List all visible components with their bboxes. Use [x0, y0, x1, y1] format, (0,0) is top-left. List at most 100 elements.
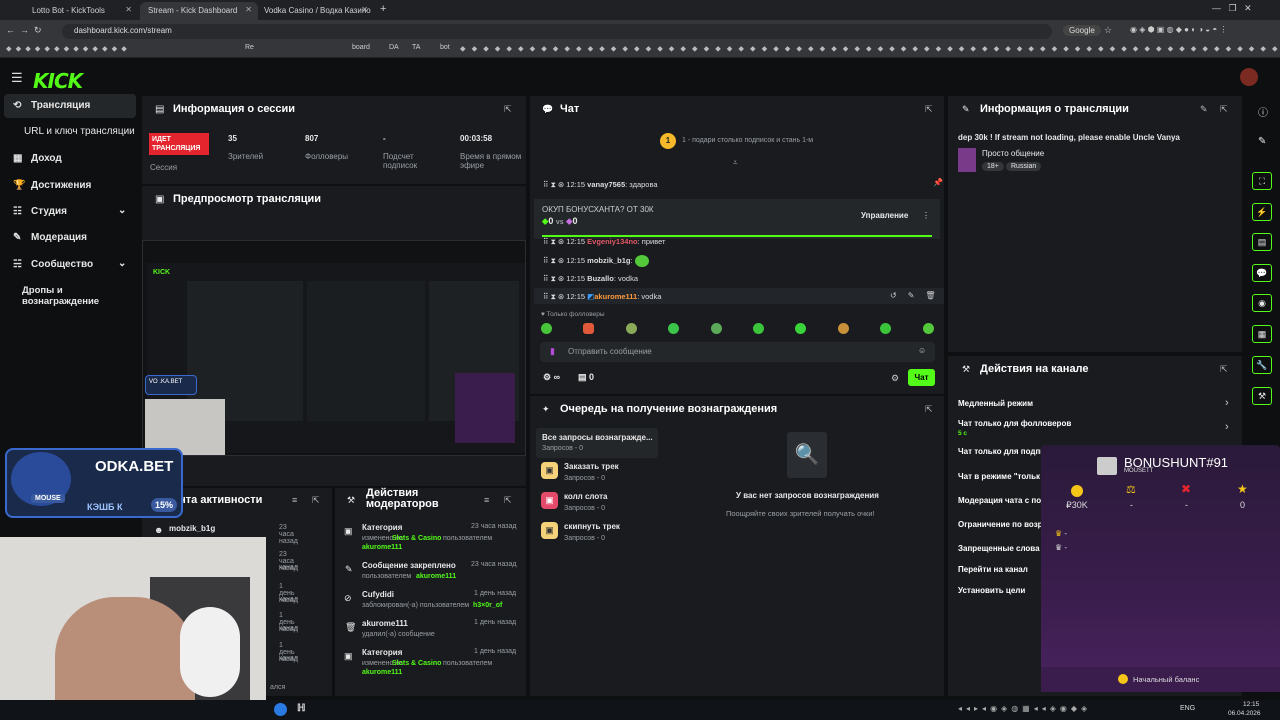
close-tab-icon[interactable]: ✕ — [245, 5, 252, 14]
emote-icon[interactable] — [880, 323, 891, 334]
search-engine-chip[interactable]: Google — [1063, 25, 1101, 36]
close-tab-icon[interactable]: ✕ — [361, 5, 368, 14]
taskbar-date[interactable]: 06.04.2026 — [1228, 710, 1261, 717]
address-bar[interactable]: dashboard.kick.com/stream — [62, 24, 1052, 39]
sidebar-item-community[interactable]: ☵ Сообщество ⌄ — [4, 253, 136, 277]
star-icon[interactable]: ☆ — [1104, 25, 1112, 36]
setting-subs-only[interactable]: Чат только для подпи — [958, 447, 1045, 456]
emote-icon[interactable] — [753, 323, 764, 334]
layout-icon[interactable]: ▦ — [1252, 325, 1272, 343]
taskbar-time[interactable]: 12:15 — [1243, 701, 1259, 708]
setting-slow-mode[interactable]: Медленный режим — [958, 399, 1033, 408]
chat-user[interactable]: Buzallo — [587, 274, 614, 283]
clip-icon[interactable]: ⛶ — [1252, 172, 1272, 190]
app-icon[interactable]: ℍ — [297, 703, 306, 714]
browser-tab[interactable]: Lotto Bot - KickTools ✕ — [24, 2, 138, 20]
edit-icon[interactable]: ✎ — [1200, 104, 1208, 115]
browser-tab-active[interactable]: Stream - Kick Dashboard ✕ — [140, 2, 258, 20]
filter-icon[interactable]: ≡ — [292, 495, 297, 505]
browser-tab[interactable]: Vodka Casino / Водка Казино ✕ — [256, 2, 374, 20]
nav-icons[interactable]: ← → ↻ — [6, 25, 42, 36]
popout-icon[interactable]: ⇱ — [1220, 104, 1228, 115]
setting-set-goals[interactable]: Установить цели — [958, 586, 1025, 595]
sidebar-item-studio[interactable]: ☷ Студия ⌄ — [4, 200, 136, 224]
chat-icon[interactable]: 💬 — [1252, 264, 1272, 282]
taskbar-lang[interactable]: ENG — [1180, 705, 1195, 712]
stream-category[interactable]: Просто общение — [982, 149, 1044, 158]
chat-count[interactable]: ▤ 0 — [578, 372, 594, 383]
emoji-icon[interactable]: ☺ — [918, 346, 926, 355]
mod-action-user[interactable]: h3×0r_of — [473, 602, 502, 609]
emote-icon[interactable] — [838, 323, 849, 334]
bookmark[interactable]: DA — [389, 44, 399, 51]
kick-logo[interactable]: KICK — [33, 69, 83, 93]
emote-icon[interactable] — [711, 323, 722, 334]
reward-tab[interactable]: ▣ Заказать трек Запросов - 0 — [541, 462, 661, 484]
reward-tab[interactable]: ▣ скипнуть трек Запросов - 0 — [541, 522, 661, 544]
emote-icon[interactable] — [626, 323, 637, 334]
sidebar-item-drops[interactable]: Дропы и вознаграждение — [4, 279, 136, 307]
chevron-right-icon[interactable]: › — [1225, 397, 1229, 409]
sidebar-item-income[interactable]: ▦ Доход — [4, 147, 136, 171]
popout-icon[interactable]: ⇱ — [925, 404, 933, 415]
popout-icon[interactable]: ⇱ — [925, 104, 933, 115]
edit-icon[interactable]: ✎ — [1258, 136, 1266, 147]
bookmark[interactable]: Re — [245, 44, 254, 51]
lightning-icon[interactable]: ⚡ — [1252, 203, 1272, 221]
collapse-icon[interactable]: ⩡ — [733, 158, 738, 168]
new-tab-icon[interactable]: + — [380, 3, 386, 15]
setting-automod[interactable]: Модерация чата с по — [958, 496, 1041, 505]
chat-user[interactable]: vanay7565 — [587, 180, 625, 189]
bookmark[interactable]: board — [352, 44, 370, 51]
chevron-right-icon[interactable]: › — [1225, 421, 1229, 433]
sidebar-item-stream[interactable]: ⟲ Трансляция — [4, 94, 136, 118]
emote-icon[interactable] — [583, 323, 594, 334]
sidebar-item-moderation[interactable]: ✎ Модерация — [4, 226, 136, 250]
setting-emote-only[interactable]: Чат в режиме "тольк — [958, 472, 1040, 481]
tray-icons[interactable]: ◂◂▸◂◉◈◍▦◂◂◈◉◆◈ — [958, 704, 1091, 713]
chat-user[interactable]: Evgeniy134no — [587, 237, 637, 246]
hamburger-icon[interactable]: ☰ — [11, 70, 23, 86]
bookmark[interactable]: TA — [412, 44, 420, 51]
setting-go-to-channel[interactable]: Перейти на канал — [958, 565, 1028, 574]
message-actions[interactable]: ↺✎🗑 — [890, 291, 947, 300]
poll-manage-button[interactable]: Управление — [861, 211, 908, 220]
mod-action-user[interactable]: akurome111 — [416, 573, 456, 580]
emote-icon[interactable] — [795, 323, 806, 334]
setting-banned-words[interactable]: Запрещенные слова — [958, 544, 1040, 553]
avatar[interactable] — [1240, 68, 1258, 86]
sidebar-item-url-key[interactable]: URL и ключ трансляции — [4, 120, 136, 144]
more-icon[interactable]: ⋮ — [922, 211, 930, 220]
setting-age-restriction[interactable]: Ограничение по возр — [958, 520, 1043, 529]
doc-icon[interactable]: ▤ — [1252, 233, 1272, 251]
chat-user[interactable]: mobzik_b1g — [587, 256, 630, 265]
chat-points[interactable]: ⚙ ∞ — [543, 372, 560, 383]
setting-followers-only[interactable]: Чат только для фолловеров — [958, 419, 1071, 428]
extension-icons[interactable]: ◉ ◈ ⬢ ▣ ◍ ◆ ● ◐ ◑ ◒ ◓ ⋮ — [1130, 25, 1227, 34]
tools-icon[interactable]: ⚒ — [1252, 387, 1272, 405]
bookmark-icons[interactable]: ⬥⬥⬥⬥⬥⬥⬥⬥⬥⬥⬥⬥⬥⬥⬥⬥⬥⬥⬥⬥⬥⬥⬥⬥⬥⬥⬥⬥⬥⬥⬥⬥⬥⬥⬥⬥⬥⬥⬥⬥… — [460, 44, 1280, 54]
settings-icon[interactable]: ⚙ — [891, 373, 899, 384]
emote-icon[interactable] — [541, 323, 552, 334]
activity-user[interactable]: mobzik_b1g — [169, 524, 215, 533]
filter-icon[interactable]: ≡ — [484, 495, 489, 505]
popout-icon[interactable]: ⇱ — [1220, 364, 1228, 375]
close-tab-icon[interactable]: ✕ — [125, 5, 132, 14]
mod-action-user[interactable]: akurome111 — [362, 544, 402, 551]
reward-tab[interactable]: ▣ колл слота Запросов - 0 — [541, 492, 661, 514]
bookmark[interactable]: bot — [440, 44, 450, 51]
bookmark-icons[interactable]: ⬥⬥⬥⬥⬥⬥⬥⬥⬥⬥⬥⬥⬥ — [6, 44, 131, 54]
chat-input[interactable]: ▮ Отправить сообщение ☺ — [540, 342, 935, 362]
broadcast-icon[interactable]: ◉ — [1252, 294, 1272, 312]
emote-icon[interactable] — [923, 323, 934, 334]
info-icon[interactable]: ⓘ — [1258, 104, 1268, 119]
popout-icon[interactable]: ⇱ — [504, 495, 512, 506]
popout-icon[interactable]: ⇱ — [312, 495, 320, 506]
chat-user[interactable]: akurome111 — [594, 292, 637, 301]
stream-preview-video[interactable]: KICK VO .KA.BET — [142, 240, 526, 456]
reward-tab-all[interactable]: Все запросы вознагражде... Запросов - 0 — [536, 428, 658, 458]
emote-icon[interactable] — [668, 323, 679, 334]
sidebar-item-achievements[interactable]: 🏆 Достижения — [4, 174, 136, 198]
mod-action-user[interactable]: akurome111 — [362, 669, 402, 676]
wrench-icon[interactable]: 🔧 — [1252, 356, 1272, 374]
